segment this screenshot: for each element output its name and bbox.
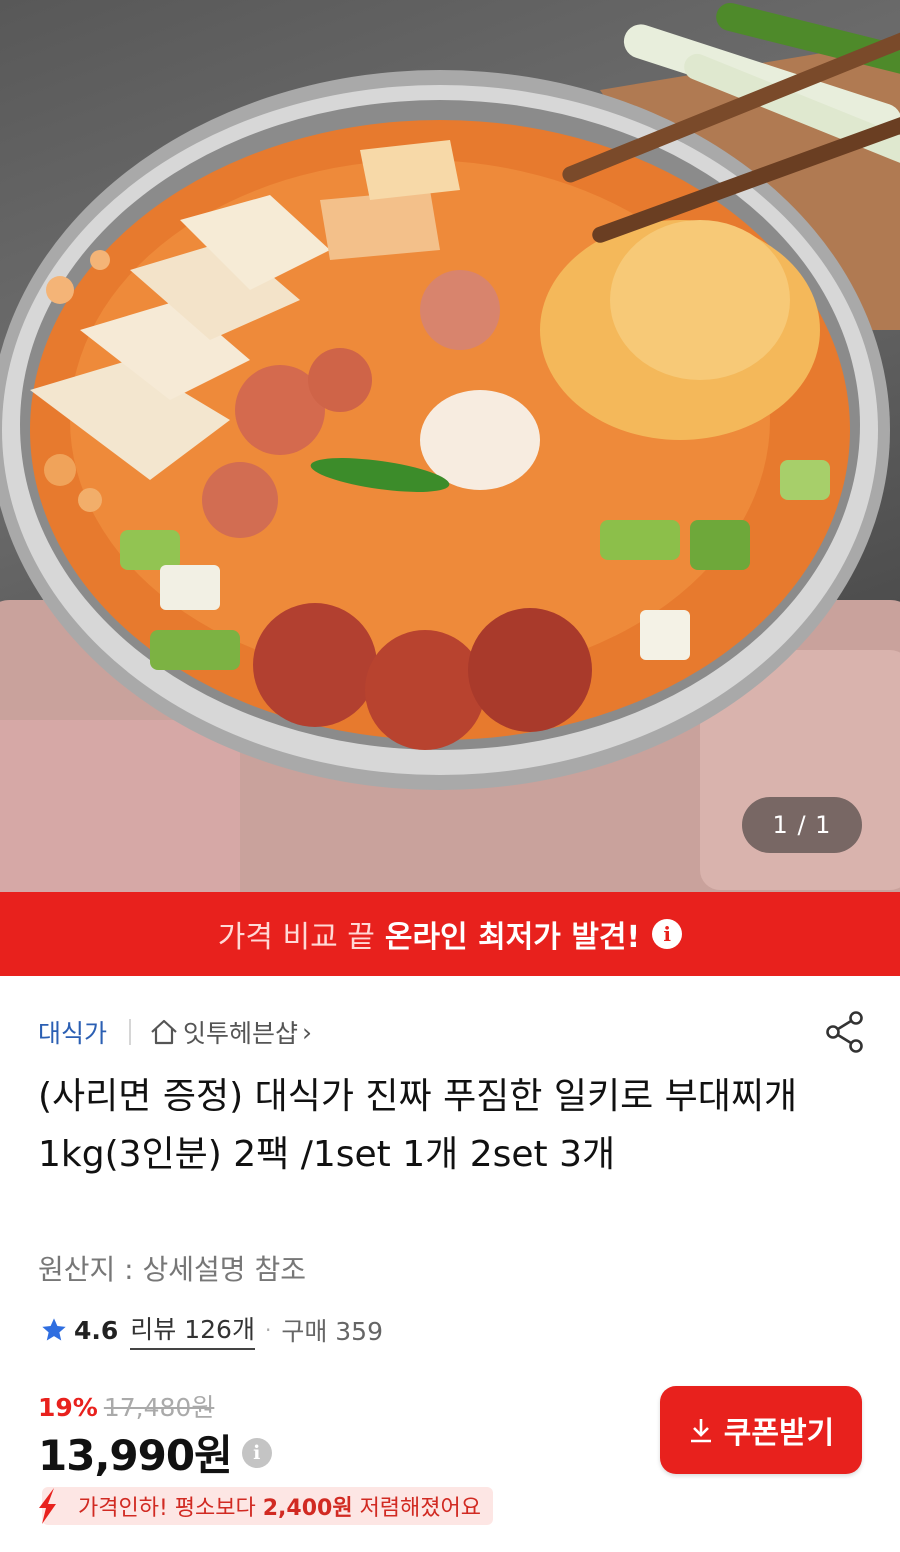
- rating-row: 4.6 리뷰 126개 · 구매 359: [40, 1310, 383, 1350]
- discount-row: 19% 17,480원: [38, 1388, 214, 1424]
- star-icon: [42, 1318, 66, 1341]
- budae-jjigae-photo: [0, 2, 900, 892]
- price-drop-amount: 2,400원: [262, 1496, 353, 1521]
- price-drop-prefix: 가격인하! 평소보다: [78, 1496, 256, 1521]
- image-page-indicator: 1 / 1: [742, 797, 862, 853]
- brand-link[interactable]: 대식가: [38, 1014, 107, 1050]
- product-image[interactable]: 1 / 1: [0, 0, 900, 892]
- price-row: 13,990원 i: [38, 1422, 272, 1483]
- discount-rate: 19%: [38, 1393, 98, 1422]
- divider: [129, 1019, 132, 1045]
- info-icon[interactable]: i: [652, 919, 683, 949]
- home-icon: [151, 1019, 177, 1045]
- sale-price: 13,990원: [38, 1431, 233, 1480]
- chevron-right-icon: ›: [302, 1017, 313, 1047]
- price-drop-pill: 가격인하! 평소보다 2,400원 저렴해졌어요: [42, 1487, 494, 1525]
- dot-separator: ·: [264, 1318, 272, 1342]
- download-icon: [690, 1419, 711, 1443]
- rating-value: 4.6: [74, 1315, 119, 1345]
- store-name: 잇투헤븐샵: [183, 1019, 299, 1048]
- price-drop-suffix: 저렴해졌어요: [359, 1496, 482, 1521]
- banner-bold-text: 온라인 최저가 발견!: [384, 920, 641, 955]
- brand-store-row: 대식가 잇투헤븐샵 ›: [38, 1010, 868, 1054]
- arrow-down-icon: [39, 1488, 56, 1524]
- share-icon[interactable]: [824, 1010, 868, 1054]
- coupon-button-label: 쿠폰받기: [723, 1416, 835, 1451]
- original-price: 17,480원: [103, 1393, 215, 1422]
- coupon-download-button[interactable]: 쿠폰받기: [660, 1386, 862, 1474]
- lowest-price-banner[interactable]: 가격 비교 끝 온라인 최저가 발견! i: [0, 892, 900, 976]
- price-info-icon[interactable]: i: [241, 1437, 272, 1468]
- price-drop-notice: 가격인하! 평소보다 2,400원 저렴해졌어요: [36, 1486, 494, 1526]
- banner-light-text: 가격 비교 끝: [217, 920, 375, 955]
- review-count-link[interactable]: 리뷰 126개: [130, 1310, 255, 1350]
- purchase-count: 구매 359: [281, 1317, 383, 1346]
- product-title: (사리면 증정) 대식가 진짜 푸짐한 일키로 부대찌개 1kg(3인분) 2팩…: [38, 1076, 798, 1175]
- origin-text: 원산지 : 상세설명 참조: [38, 1253, 306, 1286]
- store-link[interactable]: 잇투헤븐샵 ›: [149, 1014, 312, 1050]
